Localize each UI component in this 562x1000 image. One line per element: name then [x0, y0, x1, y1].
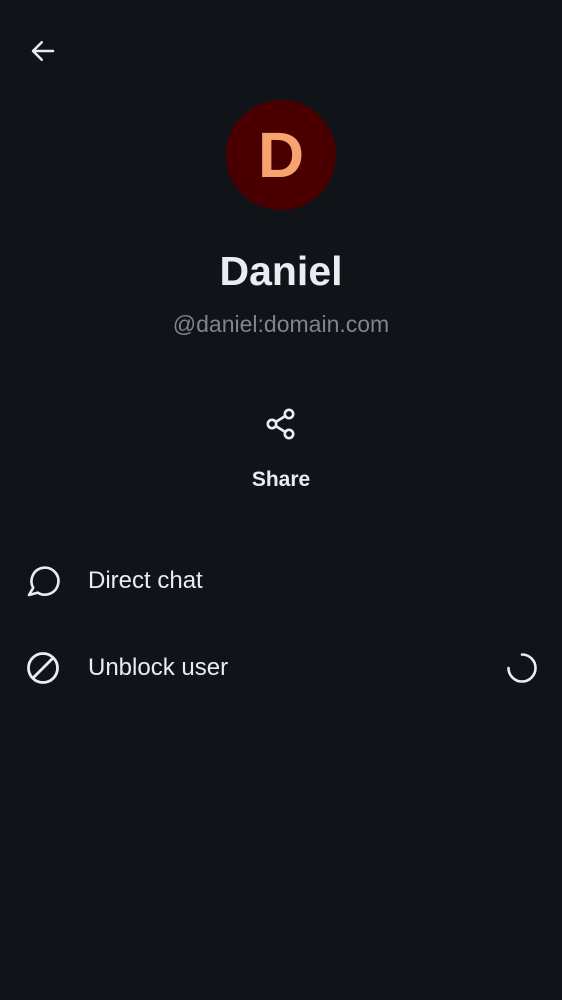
chat-bubble-icon: [27, 566, 60, 597]
avatar-initial: D: [257, 119, 305, 191]
block-icon: [27, 652, 59, 684]
arrow-left-icon: [31, 41, 55, 61]
share-button[interactable]: Share: [221, 398, 341, 502]
user-profile-screen: D Daniel @daniel:domain.com Share Direct…: [0, 0, 562, 1000]
display-name: Daniel: [219, 248, 343, 294]
user-id: @daniel:domain.com: [172, 311, 390, 337]
unblock-user-label: Unblock user: [88, 654, 229, 681]
unblock-user-item[interactable]: Unblock user: [0, 631, 562, 705]
share-icon: [266, 408, 295, 440]
direct-chat-label: Direct chat: [88, 567, 203, 594]
loading-spinner-icon: [507, 653, 537, 683]
share-label: Share: [251, 468, 311, 491]
back-button[interactable]: [20, 28, 66, 74]
avatar: D: [226, 100, 336, 210]
direct-chat-item[interactable]: Direct chat: [0, 544, 562, 618]
